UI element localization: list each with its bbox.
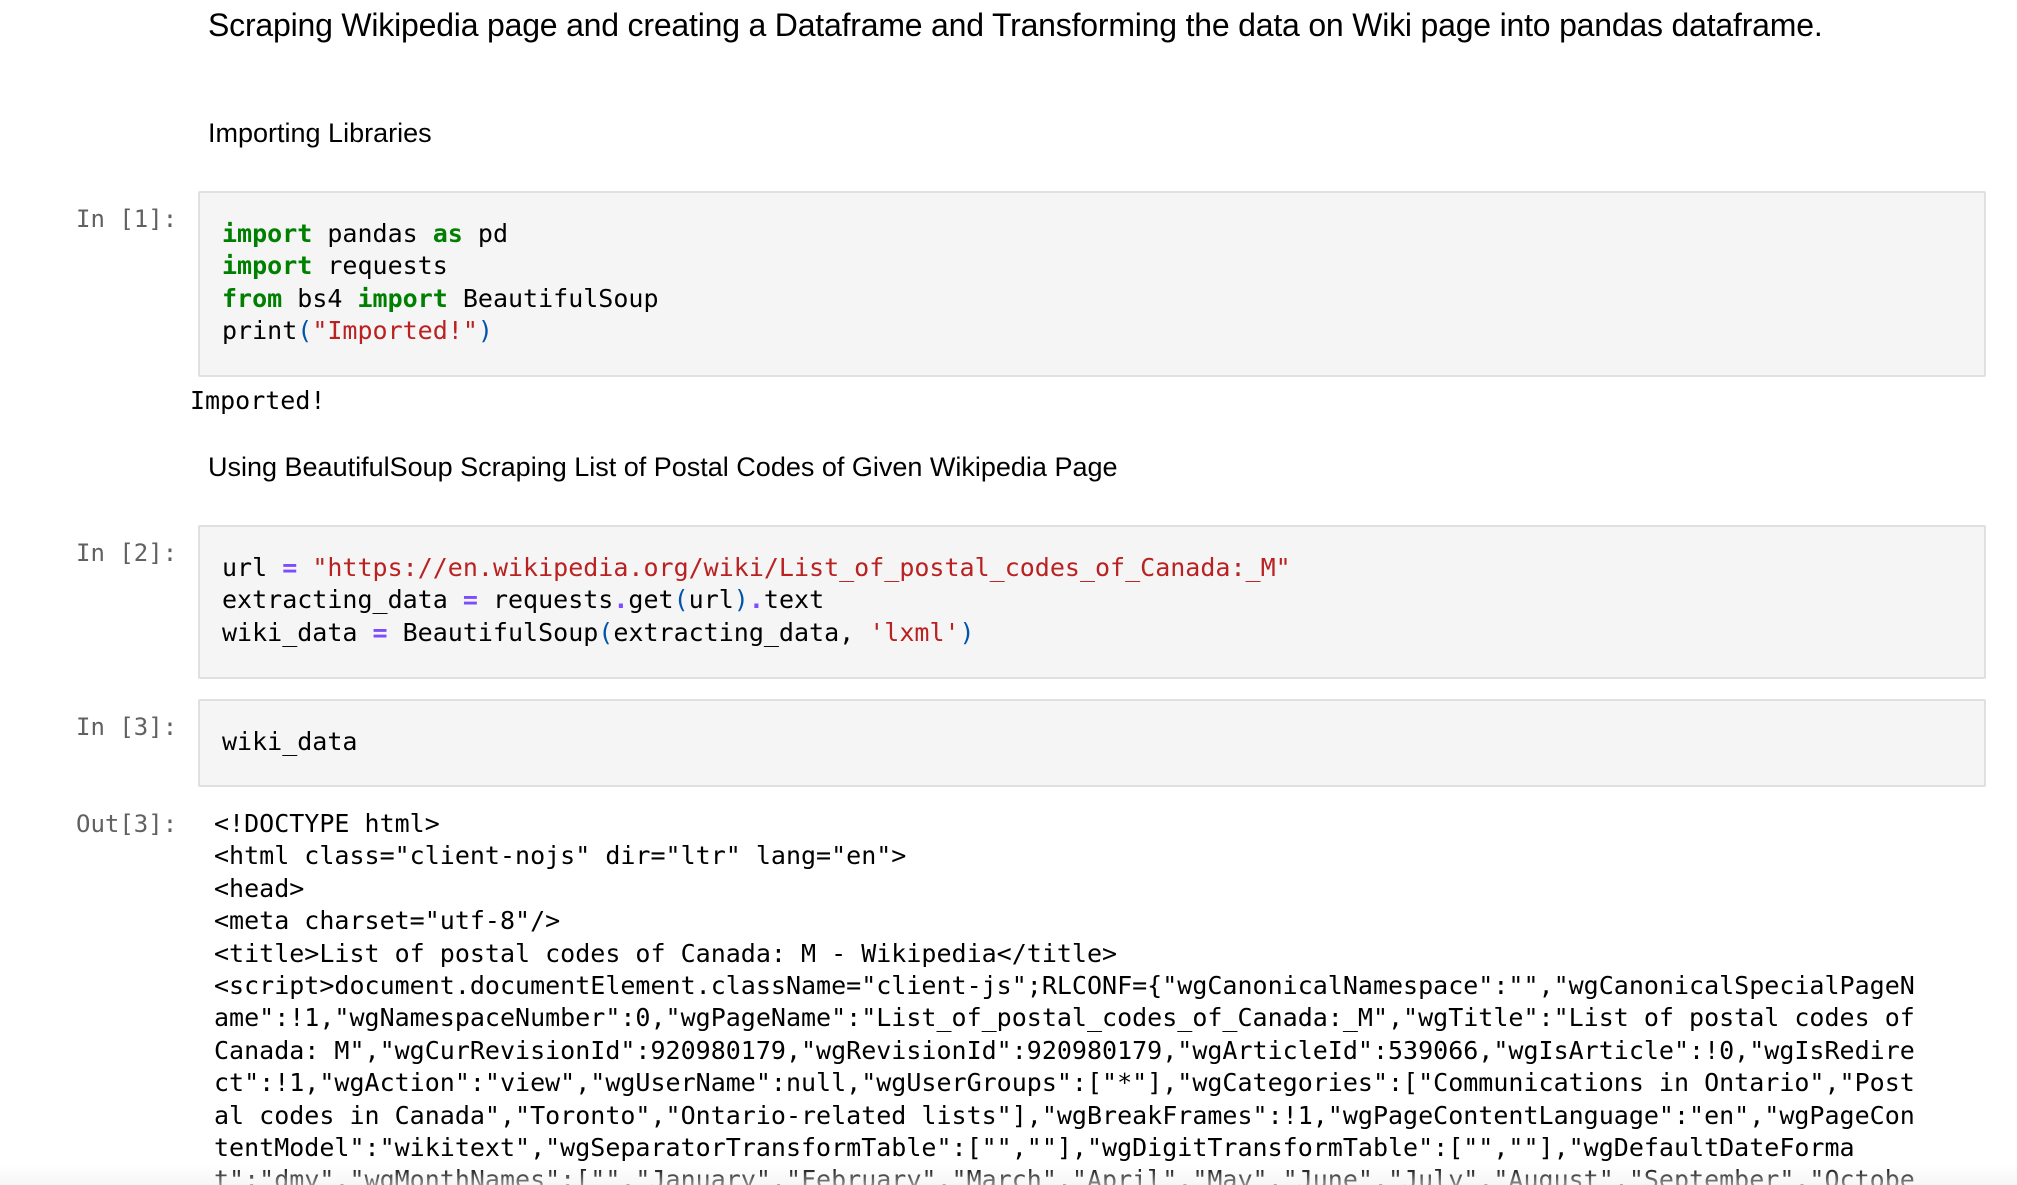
code-token: "Imported!" (312, 315, 478, 345)
code-token: extracting_data, (613, 617, 870, 647)
cell-3-output-prompt: Out[3]: (76, 810, 178, 838)
code-token: from (222, 283, 283, 313)
code-token: "https://en.wikipedia.org/wiki/List_of_p… (297, 553, 1291, 582)
cell-1-input-prompt: In [1]: (76, 205, 178, 233)
code-token: ( (297, 315, 313, 345)
code-token: . (613, 585, 629, 615)
code-token: ( (673, 585, 689, 615)
code-token: ( (598, 617, 614, 647)
cell-3-output-html: <!DOCTYPE html> <html class="client-nojs"… (214, 808, 1994, 1185)
markdown-using-beautifulsoup: Using BeautifulSoup Scraping List of Pos… (208, 452, 1118, 482)
code-token: url (222, 553, 283, 582)
code-token: = (462, 585, 478, 615)
cell-2-input-area[interactable]: url = "https://en.wikipedia.org/wiki/Lis… (198, 525, 1986, 679)
code-token: bs4 (282, 283, 358, 313)
code-token: import (222, 251, 313, 281)
output-line: <title>List of postal codes of Canada: M… (214, 938, 1118, 968)
cell-1-output: Imported! (190, 386, 326, 415)
cell-3-code[interactable]: wiki_data (222, 726, 357, 758)
code-token: import (357, 283, 448, 313)
output-line: ame":!1,"wgNamespaceNumber":0,"wgPageNam… (214, 1003, 1915, 1033)
code-token: = (372, 617, 388, 647)
code-token: wiki_data (222, 617, 373, 647)
code-token: wiki_data (222, 727, 358, 756)
output-line: <meta charset="utf-8"/> (214, 906, 561, 936)
code-token: text (763, 585, 825, 615)
code-token: get (628, 585, 674, 615)
bottom-fade (0, 1165, 2017, 1185)
code-token: pandas (312, 219, 433, 248)
markdown-heading: Scraping Wikipedia page and creating a D… (208, 7, 1823, 43)
code-token: print (222, 315, 298, 345)
cell-1-input-area[interactable]: import pandas as pd import requests from… (198, 191, 1986, 377)
output-line: tentModel":"wikitext","wgSeparatorTransf… (214, 1133, 1855, 1163)
output-line: al codes in Canada","Toronto","Ontario-r… (214, 1100, 1915, 1130)
code-token: = (282, 553, 298, 582)
code-token: ) (959, 617, 975, 647)
cell-2-input-prompt: In [2]: (76, 539, 178, 567)
cell-2-code[interactable]: url = "https://en.wikipedia.org/wiki/Lis… (222, 552, 1291, 649)
code-token: import (222, 219, 313, 248)
cell-1-code[interactable]: import pandas as pd import requests from… (222, 218, 659, 347)
code-token: ) (733, 585, 749, 615)
output-line: <!DOCTYPE html> (214, 809, 440, 838)
code-token: as (432, 219, 463, 248)
code-token: 'lxml' (869, 617, 960, 647)
code-token: . (748, 585, 764, 615)
code-token: ) (477, 315, 493, 345)
notebook: Scraping Wikipedia page and creating a D… (0, 0, 2017, 1185)
markdown-importing-libraries: Importing Libraries (208, 118, 432, 148)
output-line: ct":!1,"wgAction":"view","wgUserName":nu… (214, 1068, 1915, 1098)
code-token: requests (312, 251, 448, 281)
output-line: Canada: M","wgCurRevisionId":920980179,"… (214, 1035, 1915, 1065)
code-token: BeautifulSoup (447, 283, 659, 313)
output-line: <html class="client-nojs" dir="ltr" lang… (214, 841, 907, 871)
code-token: url (688, 585, 734, 615)
cell-3-input-area[interactable]: wiki_data (198, 699, 1986, 787)
code-token: BeautifulSoup (387, 617, 599, 647)
code-token: requests (477, 585, 614, 615)
output-line: <script>document.documentElement.classNa… (214, 971, 1915, 1001)
code-token: pd (462, 219, 508, 248)
output-line: <head> (214, 873, 305, 903)
code-token: extracting_data (222, 585, 463, 615)
cell-3-input-prompt: In [3]: (76, 713, 178, 741)
